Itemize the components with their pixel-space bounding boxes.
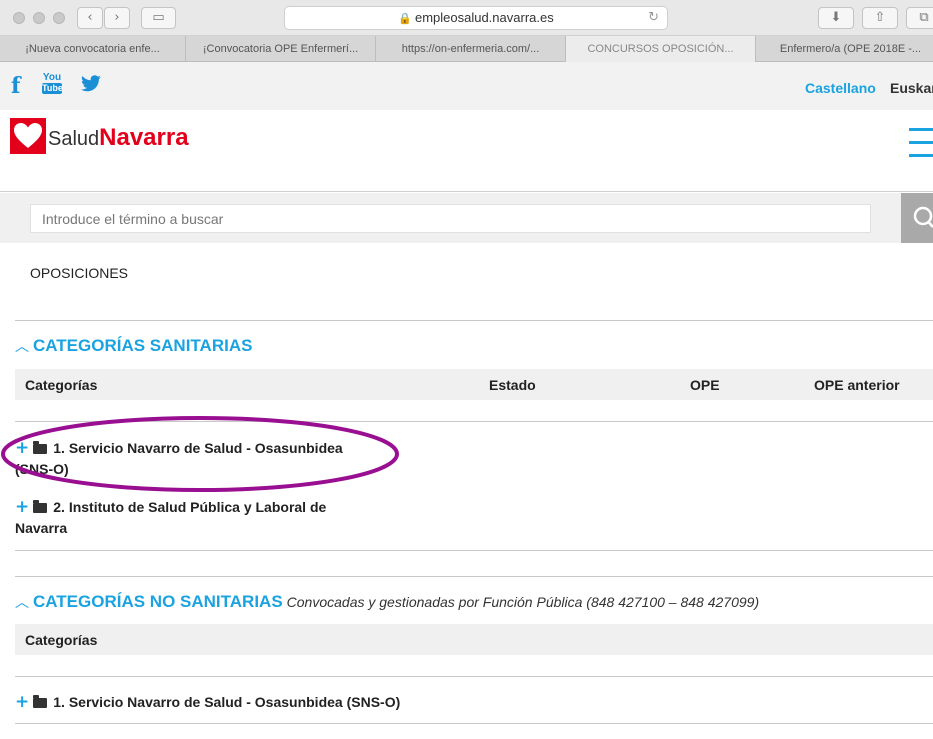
chevron-up-icon: ︿: [15, 595, 29, 611]
tab-bar: ¡Nueva convocatoria enfe... ¡Convocatori…: [0, 36, 933, 62]
social-bar: f You Tube Castellano Euskara: [0, 62, 933, 110]
list-item-sns-o[interactable]: +1. Servicio Navarro de Salud - Osasunbi…: [15, 438, 343, 480]
search-button[interactable]: [901, 193, 933, 243]
share-button[interactable]: ⇧: [862, 7, 898, 29]
lock-icon: 🔒: [398, 13, 412, 25]
column-header-ope: OPE: [690, 377, 720, 393]
tab-4-active[interactable]: CONCURSOS OPOSICIÓN...: [566, 36, 756, 62]
tab-5[interactable]: Enfermero/a (OPE 2018E -...: [756, 36, 933, 62]
divider: [15, 421, 933, 422]
list-item-sns-o-no-sanitarias[interactable]: +1. Servicio Navarro de Salud - Osasunbi…: [15, 692, 400, 713]
column-header-estado: Estado: [489, 377, 536, 393]
youtube-icon[interactable]: You Tube: [42, 72, 63, 96]
tabs-overview-button[interactable]: ⧉: [906, 7, 933, 29]
search-icon: [913, 206, 933, 228]
expand-plus-icon[interactable]: +: [15, 692, 29, 712]
heart-logo-icon[interactable]: [10, 118, 46, 154]
url-text: empleosalud.navarra.es: [414, 10, 554, 25]
section-note: Convocadas y gestionadas por Función Púb…: [286, 594, 760, 610]
twitter-icon[interactable]: [80, 75, 102, 93]
divider: [15, 550, 933, 551]
reload-icon[interactable]: ↻: [648, 7, 659, 29]
section-no-sanitarias-toggle[interactable]: ︿ CATEGORÍAS NO SANITARIAS Convocadas y ge…: [15, 592, 759, 612]
browser-toolbar: ‹ › ▭ 🔒 empleosalud.navarra.es ↻ ⬇ ⇧ ⧉: [0, 0, 933, 36]
window-close-button[interactable]: [13, 12, 25, 24]
expand-plus-icon[interactable]: +: [15, 497, 29, 517]
page-title: OPOSICIONES: [30, 265, 129, 281]
site-logo-text[interactable]: SaludNavarra: [48, 124, 189, 152]
list-item-ispln[interactable]: +2. Instituto de Salud Pública y Laboral…: [15, 497, 326, 539]
forward-button[interactable]: ›: [104, 7, 130, 29]
back-button[interactable]: ‹: [77, 7, 103, 29]
facebook-icon[interactable]: f: [11, 73, 20, 99]
tab-1[interactable]: ¡Nueva convocatoria enfe...: [0, 36, 186, 62]
expand-plus-icon[interactable]: +: [15, 438, 29, 458]
column-header-categorias: Categorías: [25, 632, 98, 648]
chevron-up-icon: ︿: [15, 339, 29, 355]
folder-icon: [33, 441, 48, 454]
search-band: [0, 193, 933, 243]
window-zoom-button[interactable]: [53, 12, 65, 24]
no-sanitarias-table-header: Categorías: [15, 624, 933, 655]
divider: [15, 723, 933, 724]
menu-icon[interactable]: [909, 128, 933, 167]
folder-icon: [33, 500, 48, 513]
folder-icon: [33, 695, 48, 708]
address-bar[interactable]: 🔒 empleosalud.navarra.es ↻: [284, 6, 668, 30]
divider: [15, 676, 933, 677]
sanitarias-table-header: Categorías Estado OPE OPE anterior: [15, 369, 933, 400]
column-header-ope-anterior: OPE anterior: [814, 377, 900, 393]
section-sanitarias-toggle[interactable]: ︿ CATEGORÍAS SANITARIAS: [15, 336, 252, 356]
language-euskara-link[interactable]: Euskara: [890, 80, 933, 96]
site-header: SaludNavarra: [0, 110, 933, 192]
language-castellano-link[interactable]: Castellano: [805, 80, 876, 96]
tab-3[interactable]: https://on-enfermeria.com/...: [376, 36, 566, 62]
window-minimize-button[interactable]: [33, 12, 45, 24]
column-header-categorias: Categorías: [25, 377, 98, 393]
sidebar-toggle-button[interactable]: ▭: [141, 7, 176, 29]
tab-2[interactable]: ¡Convocatoria OPE Enfermerí...: [186, 36, 376, 62]
divider: [15, 576, 933, 577]
search-input[interactable]: [30, 204, 871, 233]
divider: [15, 320, 933, 321]
downloads-button[interactable]: ⬇: [818, 7, 854, 29]
